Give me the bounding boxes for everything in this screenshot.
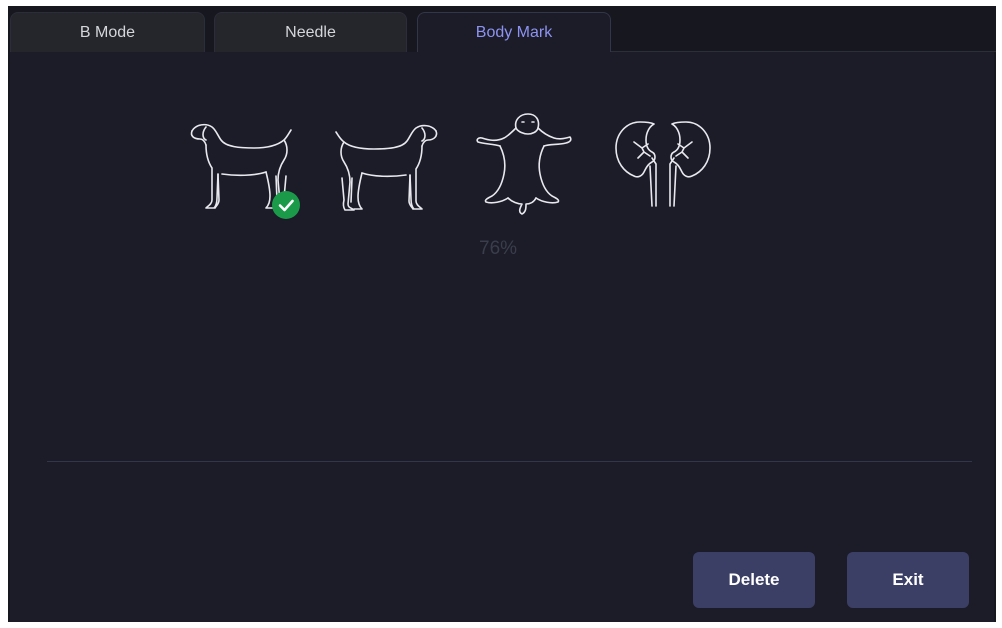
delete-button[interactable]: Delete	[693, 552, 815, 608]
panel-divider	[47, 461, 972, 462]
exit-button[interactable]: Exit	[847, 552, 969, 608]
dog-right-lateral-icon[interactable]	[328, 120, 440, 220]
zoom-percent-label: 76%	[479, 238, 518, 259]
tab-bar: B Mode Needle Body Mark	[8, 6, 996, 53]
body-mark-screen: B Mode Needle Body Mark 76% Delete Exit	[8, 6, 996, 622]
tab-needle[interactable]: Needle	[214, 12, 407, 52]
tab-b-mode[interactable]: B Mode	[10, 12, 205, 52]
kidneys-icon[interactable]	[612, 118, 714, 208]
body-mark-panel: 76% Delete Exit	[10, 52, 994, 622]
selected-check-icon	[272, 191, 300, 219]
tab-body-mark[interactable]: Body Mark	[417, 12, 611, 53]
dog-dorsal-icon[interactable]	[474, 110, 574, 220]
